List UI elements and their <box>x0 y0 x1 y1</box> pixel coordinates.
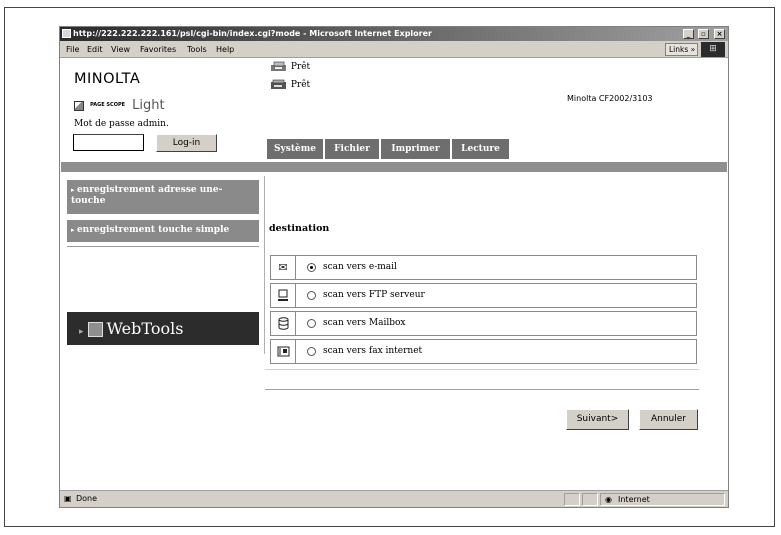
radio-scan-fax[interactable] <box>307 347 316 356</box>
printer-status-1: Prêt <box>270 61 310 74</box>
windows-logo-icon: ⊞ <box>701 42 725 57</box>
menu-favorites[interactable]: Favorites <box>140 41 176 58</box>
menu-help[interactable]: Help <box>216 41 234 58</box>
menu-view[interactable]: View <box>111 41 130 58</box>
light-text: Light <box>132 98 165 113</box>
destination-label-ftp: scan vers FTP serveur <box>323 290 425 300</box>
minimize-button[interactable]: _ <box>683 29 694 39</box>
printer-status-text-2: Prêt <box>290 80 311 90</box>
pagescope-icon <box>74 100 84 111</box>
destination-row-fax[interactable]: scan vers fax internet <box>270 339 697 364</box>
envelope-icon: ✉ <box>271 256 296 279</box>
restore-button[interactable]: ▫ <box>698 29 709 39</box>
sidebar-item-label: enregistrement touche simple <box>76 225 230 235</box>
radio-scan-email[interactable] <box>307 263 316 272</box>
cancel-button[interactable]: Annuler <box>639 409 698 430</box>
menu-file[interactable]: File <box>66 41 79 58</box>
tab-lecture[interactable]: Lecture <box>452 139 509 159</box>
tab-fichier[interactable]: Fichier <box>325 139 379 159</box>
radio-scan-ftp[interactable] <box>307 291 316 300</box>
browser-window: http://222.222.222.161/psl/cgi-bin/index… <box>59 26 729 508</box>
webtools-icon <box>87 322 103 337</box>
destination-row-ftp[interactable]: scan vers FTP serveur <box>270 283 697 308</box>
zone-label: Internet <box>618 495 650 504</box>
ie-page-icon <box>62 29 71 38</box>
destination-row-email[interactable]: ✉ scan vers e-mail <box>270 255 697 280</box>
page-content: MINOLTA PAGE SCOPE Light Mot de passe ad… <box>61 59 727 489</box>
status-cell <box>582 493 598 506</box>
security-zone: ◉ Internet <box>600 493 725 506</box>
sidebar-divider <box>67 246 259 247</box>
title-bar: http://222.222.222.161/psl/cgi-bin/index… <box>60 27 728 41</box>
destination-label-fax: scan vers fax internet <box>323 346 423 356</box>
mailbox-icon <box>271 312 296 335</box>
tab-imprimer[interactable]: Imprimer <box>381 139 450 159</box>
sidebar-item-one-touch-address[interactable]: ▸ enregistrement adresse une-touche <box>67 180 259 214</box>
pagescope-small-text: PAGE SCOPE <box>90 102 126 108</box>
webtools-label: WebTools <box>106 319 184 338</box>
destination-label-email: scan vers e-mail <box>323 262 397 272</box>
menu-bar: File Edit View Favorites Tools Help Link… <box>60 41 728 58</box>
content-divider <box>264 176 265 354</box>
tab-systeme[interactable]: Système <box>267 139 323 159</box>
radio-scan-mailbox[interactable] <box>307 319 316 328</box>
status-cell <box>564 493 580 506</box>
internet-globe-icon: ◉ <box>605 495 612 504</box>
header-band <box>61 162 727 172</box>
printer-status-2: Prêt <box>270 79 310 92</box>
links-toolbar[interactable]: Links » <box>665 43 698 56</box>
fax-icon <box>271 340 296 363</box>
pagescope-light-logo: PAGE SCOPE Light <box>74 95 165 113</box>
admin-password-label: Mot de passe admin. <box>74 119 169 129</box>
printer-status-text-1: Prêt <box>290 62 311 72</box>
next-button[interactable]: Suivant> <box>566 409 629 430</box>
bullet-arrow-icon: ▸ <box>79 327 84 337</box>
close-button[interactable]: × <box>714 29 725 39</box>
menu-edit[interactable]: Edit <box>87 41 103 58</box>
window-title: http://222.222.222.161/psl/cgi-bin/index… <box>73 29 432 38</box>
status-text: Done <box>76 494 98 503</box>
destination-row-mailbox[interactable]: scan vers Mailbox <box>270 311 697 336</box>
status-bar: ▣ Done ◉ Internet <box>60 490 728 507</box>
computer-icon <box>271 284 296 307</box>
destination-label-mailbox: scan vers Mailbox <box>323 318 406 328</box>
login-button[interactable]: Log-in <box>156 134 217 152</box>
section-divider <box>265 389 699 390</box>
printer-icon <box>270 61 288 72</box>
sidebar-item-simple-key[interactable]: ▸ enregistrement touche simple <box>67 220 259 242</box>
admin-password-input[interactable] <box>73 134 144 151</box>
copier-icon <box>270 79 288 90</box>
menu-tools[interactable]: Tools <box>187 41 207 58</box>
minolta-logo: MINOLTA <box>74 71 141 87</box>
done-page-icon: ▣ <box>64 494 72 503</box>
destination-title: destination <box>269 223 330 234</box>
device-model: Minolta CF2002/3103 <box>567 94 653 103</box>
form-divider <box>265 369 699 370</box>
webtools-banner[interactable]: ▸ WebTools <box>67 312 259 345</box>
sidebar-item-label: enregistrement adresse une-touche <box>71 185 223 206</box>
